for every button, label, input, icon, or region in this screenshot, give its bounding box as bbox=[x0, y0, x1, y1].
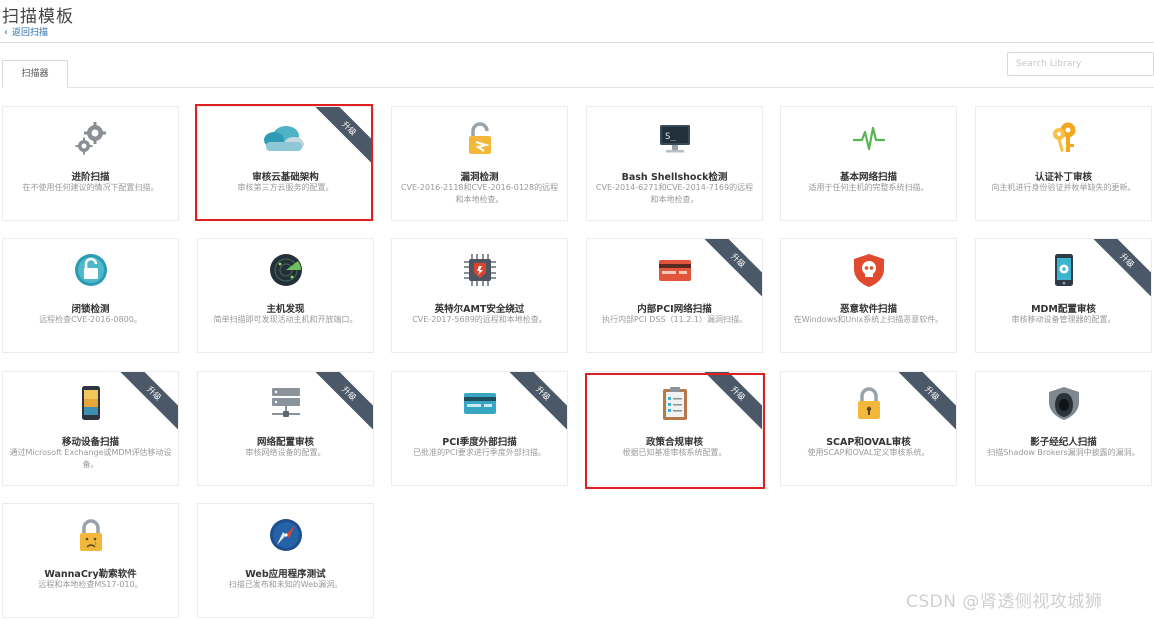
upgrade-ribbon: 升级 bbox=[1085, 239, 1151, 302]
template-card-network-config-audit[interactable]: 网络配置审核 审核网络设备的配置。 升级 bbox=[197, 371, 374, 486]
card-description: 适用于任何主机的完整系统扫描。 bbox=[808, 183, 929, 192]
search-library-input[interactable] bbox=[1007, 52, 1154, 76]
card-description: 使用SCAP和OVAL定义审核系统。 bbox=[807, 448, 930, 457]
pulse-icon bbox=[853, 126, 885, 151]
card-description: 已批准的PCI要求进行季度外部扫描。 bbox=[413, 448, 546, 457]
upgrade-ribbon: 升级 bbox=[307, 372, 373, 435]
template-card-malware-scan[interactable]: 恶意软件扫描 在Windows和Unix系统上扫描恶意软件。 bbox=[780, 238, 957, 353]
hooded-figure-icon bbox=[1049, 387, 1079, 420]
template-card-advanced-scan[interactable]: 进阶扫描 在不使用任何建议的情况下配置扫描。 bbox=[2, 106, 179, 221]
template-card-host-discovery[interactable]: 主机发现 简单扫描即可发现活动主机和开放端口。 bbox=[197, 238, 374, 353]
skull-shield-icon bbox=[854, 254, 884, 287]
card-title: 闭锁检测 bbox=[71, 304, 110, 315]
template-card-cloud-audit[interactable]: 审核云基础架构 审核第三方云服务的配置。 升级 bbox=[197, 106, 374, 221]
template-card-internal-pci-scan[interactable]: 内部PCI网络扫描 执行内部PCI DSS（11.2.1）漏洞扫描。 升级 bbox=[586, 238, 763, 353]
card-description: 审核网络设备的配置。 bbox=[245, 448, 326, 457]
card-title: 网络配置审核 bbox=[256, 437, 314, 448]
chip-icon bbox=[464, 254, 496, 286]
lock-alert-icon bbox=[469, 122, 491, 154]
card-description: 简单扫描即可发现活动主机和开放端口。 bbox=[213, 315, 358, 324]
card-description: 审核移动设备管理器的配置。 bbox=[1011, 315, 1116, 324]
upgrade-ribbon: 升级 bbox=[696, 372, 762, 435]
card-title: 政策合规审核 bbox=[645, 437, 703, 448]
card-description: CVE-2016-2118和CVE-2016-0128的远程和本地检查。 bbox=[400, 183, 559, 204]
card-description: 扫描Shadow Brokers漏洞中披露的漏洞。 bbox=[987, 448, 1140, 457]
card-description: CVE-2017-5689的远程和本地检查。 bbox=[412, 315, 547, 324]
card-title: Web应用程序测试 bbox=[245, 569, 326, 580]
card-title: 认证补丁审核 bbox=[1034, 172, 1092, 183]
crying-lock-icon bbox=[80, 519, 102, 551]
unlock-circle-icon bbox=[75, 254, 107, 286]
template-card-policy-compliance-audit[interactable]: 政策合规审核 根据已知基准审核系统配置。 升级 bbox=[586, 371, 763, 486]
card-title: PCI季度外部扫描 bbox=[442, 437, 517, 448]
cloud-icon bbox=[264, 126, 304, 151]
template-card-mobile-device-scan[interactable]: 移动设备扫描 通过Microsoft Exchange或MDM评估移动设备。 升… bbox=[2, 371, 179, 486]
upgrade-ribbon: 升级 bbox=[307, 107, 373, 170]
template-card-mdm-config-audit[interactable]: MDM配置审核 审核移动设备管理器的配置。 升级 bbox=[975, 238, 1152, 353]
template-card-scap-oval-audit[interactable]: SCAP和OVAL审核 使用SCAP和OVAL定义审核系统。 升级 bbox=[780, 371, 957, 486]
card-description: 在Windows和Unix系统上扫描恶意软件。 bbox=[793, 315, 944, 324]
gears-icon bbox=[75, 122, 106, 155]
card-description: 通过Microsoft Exchange或MDM评估移动设备。 bbox=[9, 448, 172, 469]
chevron-left-icon: ‹ bbox=[4, 27, 8, 38]
header-divider bbox=[0, 42, 1154, 43]
watermark-text: CSDN @肾透侧视攻城狮 bbox=[906, 592, 1103, 612]
card-title: 移动设备扫描 bbox=[61, 437, 119, 448]
compass-icon bbox=[270, 519, 302, 551]
upgrade-ribbon: 升级 bbox=[501, 372, 567, 435]
template-card-bash-shellshock[interactable]: S_ Bash Shellshock检测 CVE-2014-6271和CVE-2… bbox=[586, 106, 763, 221]
page-title: 扫描模板 bbox=[2, 7, 74, 27]
template-card-basic-network-scan[interactable]: 基本网络扫描 适用于任何主机的完整系统扫描。 bbox=[780, 106, 957, 221]
mobile-gear-icon bbox=[1055, 254, 1073, 286]
card-description: 执行内部PCI DSS（11.2.1）漏洞扫描。 bbox=[601, 315, 748, 324]
template-card-wannacry[interactable]: WannaCry勒索软件 远程和本地检查MS17-010。 bbox=[2, 503, 179, 618]
credit-card-icon bbox=[659, 260, 691, 281]
card-title: 基本网络扫描 bbox=[839, 172, 897, 183]
smartphone-icon bbox=[82, 386, 100, 420]
card-title: WannaCry勒索软件 bbox=[44, 569, 137, 580]
card-description: 远程和本地检查MS17-010。 bbox=[38, 580, 143, 589]
lock-icon bbox=[858, 387, 880, 419]
card-title: 主机发现 bbox=[266, 304, 305, 315]
card-title: 漏洞检测 bbox=[460, 172, 499, 183]
template-card-intel-amt-bypass[interactable]: 英特尔AMT安全绕过 CVE-2017-5689的远程和本地检查。 bbox=[391, 238, 568, 353]
card-title: 内部PCI网络扫描 bbox=[637, 304, 712, 315]
card-title: 恶意软件扫描 bbox=[839, 304, 897, 315]
credit-card-blue-icon bbox=[464, 393, 496, 414]
radar-icon bbox=[270, 254, 302, 286]
template-card-web-app-tests[interactable]: Web应用程序测试 扫描已发布和未知的Web漏洞。 bbox=[197, 503, 374, 618]
template-card-pci-quarterly-external[interactable]: PCI季度外部扫描 已批准的PCI要求进行季度外部扫描。 升级 bbox=[391, 371, 568, 486]
tab-divider bbox=[68, 87, 1154, 88]
back-link-label: 返回扫描 bbox=[12, 28, 49, 38]
tab-scanners[interactable]: 扫描器 bbox=[2, 60, 68, 88]
back-to-scans-link[interactable]: ‹ 返回扫描 bbox=[4, 25, 48, 38]
upgrade-ribbon: 升级 bbox=[112, 372, 178, 435]
card-description: 向主机进行身份验证并枚举缺失的更新。 bbox=[991, 183, 1136, 192]
card-title: 进阶扫描 bbox=[71, 172, 110, 183]
card-description: 扫描已发布和未知的Web漏洞。 bbox=[228, 580, 343, 589]
card-title: 审核云基础架构 bbox=[252, 172, 319, 183]
upgrade-ribbon: 升级 bbox=[890, 372, 956, 435]
server-icon bbox=[272, 388, 300, 417]
card-title: 英特尔AMT安全绕过 bbox=[434, 304, 525, 315]
template-card-credentialed-patch-audit[interactable]: 认证补丁审核 向主机进行身份验证并枚举缺失的更新。 bbox=[975, 106, 1152, 221]
template-card-shadow-brokers-scan[interactable]: 影子经纪人扫描 扫描Shadow Brokers漏洞中披露的漏洞。 bbox=[975, 371, 1152, 486]
template-card-drown-detection[interactable]: 闭锁检测 远程检查CVE-2016-0800。 bbox=[2, 238, 179, 353]
card-description: 审核第三方云服务的配置。 bbox=[237, 183, 334, 192]
template-card-badlock-detection[interactable]: 漏洞检测 CVE-2016-2118和CVE-2016-0128的远程和本地检查… bbox=[391, 106, 568, 221]
upgrade-ribbon: 升级 bbox=[696, 239, 762, 302]
card-description: 在不使用任何建议的情况下配置扫描。 bbox=[22, 183, 159, 192]
card-description: 根据已知基准审核系统配置。 bbox=[622, 448, 727, 457]
card-description: CVE-2014-6271和CVE-2014-7169的远程和本地检查。 bbox=[595, 183, 754, 204]
terminal-icon: S_ bbox=[660, 125, 690, 153]
card-title: MDM配置审核 bbox=[1031, 304, 1096, 315]
card-title: Bash Shellshock检测 bbox=[621, 172, 728, 183]
card-description: 远程检查CVE-2016-0800。 bbox=[39, 315, 142, 324]
svg-text:S_: S_ bbox=[665, 132, 676, 142]
card-title: 影子经纪人扫描 bbox=[1030, 437, 1097, 448]
card-title: SCAP和OVAL审核 bbox=[826, 437, 911, 448]
clipboard-icon bbox=[663, 387, 687, 420]
keys-icon bbox=[1053, 122, 1076, 152]
